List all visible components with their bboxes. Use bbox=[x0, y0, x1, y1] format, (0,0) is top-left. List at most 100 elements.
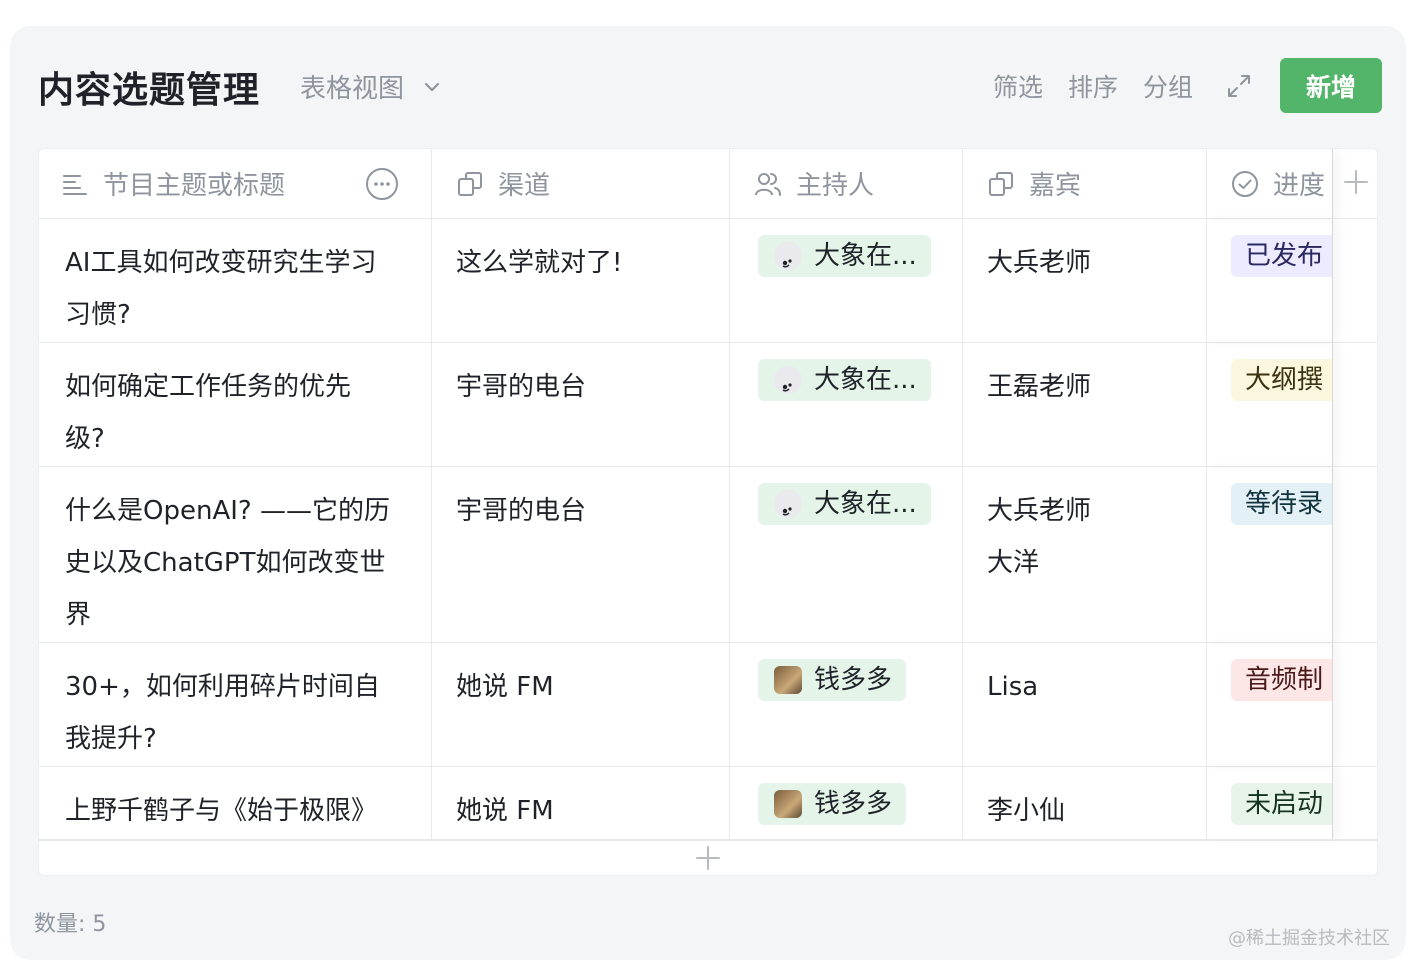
column-header-label: 渠道 bbox=[498, 171, 551, 201]
status-badge: 等待录 bbox=[1231, 483, 1332, 525]
cell-title-line: 级? bbox=[65, 424, 105, 454]
cell-title-line: 如何确定工作任务的优先 bbox=[65, 372, 352, 402]
photo-avatar bbox=[774, 666, 802, 694]
cell-status[interactable]: 已发布 bbox=[1207, 219, 1333, 342]
cell-host[interactable]: 大象在... bbox=[730, 343, 963, 466]
cell-status[interactable]: 等待录 bbox=[1207, 467, 1333, 642]
table-header-row: 节目主题或标题 渠道 主持人 嘉宾 进度 bbox=[39, 149, 1377, 219]
column-header-title[interactable]: 节目主题或标题 bbox=[39, 149, 432, 218]
sort-button[interactable]: 排序 bbox=[1068, 68, 1118, 104]
status-badge: 未启动 bbox=[1231, 783, 1332, 825]
add-record-button[interactable]: 新增 bbox=[1280, 58, 1382, 113]
host-name: 钱多多 bbox=[814, 789, 893, 819]
cell-guest[interactable]: 大兵老师 bbox=[963, 219, 1207, 342]
filter-button[interactable]: 筛选 bbox=[993, 68, 1043, 104]
cell-status[interactable]: 大纲撰 bbox=[1207, 343, 1333, 466]
group-button[interactable]: 分组 bbox=[1143, 68, 1193, 104]
cell-channel[interactable]: 宇哥的电台 bbox=[432, 343, 730, 466]
cell-host[interactable]: 大象在... bbox=[730, 219, 963, 342]
column-header-host[interactable]: 主持人 bbox=[730, 149, 963, 218]
photo-avatar bbox=[774, 790, 802, 818]
cell-guest[interactable]: 大兵老师 大洋 bbox=[963, 467, 1207, 642]
more-icon[interactable] bbox=[365, 167, 399, 201]
guest-name: 王磊老师 bbox=[987, 372, 1092, 402]
elephant-avatar bbox=[774, 242, 802, 270]
host-name: 大象在... bbox=[814, 241, 917, 271]
host-chip[interactable]: 大象在... bbox=[758, 359, 931, 401]
cell-host[interactable]: 钱多多 bbox=[730, 643, 963, 766]
cell-channel[interactable]: 宇哥的电台 bbox=[432, 467, 730, 642]
cell-guest[interactable]: 李小仙 bbox=[963, 767, 1207, 840]
cell-title-line: 界 bbox=[65, 600, 92, 630]
status-badge: 音频制 bbox=[1231, 659, 1332, 701]
column-header-label: 进度 bbox=[1273, 171, 1326, 201]
view-label: 表格视图 bbox=[300, 74, 405, 104]
toolbar: 筛选 排序 分组 新增 bbox=[993, 58, 1382, 113]
cell-status[interactable]: 音频制 bbox=[1207, 643, 1333, 766]
channel-text: 她说 FM bbox=[456, 796, 554, 826]
record-count: 数量: 5 bbox=[34, 912, 107, 937]
table-row[interactable]: 上野千鹤子与《始于极限》 她说 FM 钱多多 李小仙 未启动 bbox=[39, 767, 1377, 841]
elephant-avatar bbox=[774, 490, 802, 518]
cell-title[interactable]: 什么是OpenAI? ——它的历 史以及ChatGPT如何改变世界 bbox=[39, 467, 432, 642]
elephant-avatar bbox=[774, 366, 802, 394]
cell-title-line: AI工具如何改变研究生学习 bbox=[65, 248, 377, 278]
guest-name: 大兵老师 bbox=[987, 496, 1092, 526]
table-row[interactable]: 30+，如何利用碎片时间自 我提升? 她说 FM 钱多多 Lisa 音频制 bbox=[39, 643, 1377, 767]
cell-status[interactable]: 未启动 bbox=[1207, 767, 1333, 840]
table-row[interactable]: 如何确定工作任务的优先 级? 宇哥的电台 大象在... 王磊老师 大纲撰 bbox=[39, 343, 1377, 467]
cell-channel[interactable]: 这么学就对了! bbox=[432, 219, 730, 342]
host-chip[interactable]: 钱多多 bbox=[758, 659, 907, 701]
cell-title-line: 上野千鹤子与《始于极限》 bbox=[65, 796, 378, 826]
table-card: 内容选题管理 表格视图 筛选 排序 分组 新增 节目主题或标题 渠道 主持人 嘉… bbox=[10, 26, 1406, 960]
expand-icon[interactable] bbox=[1224, 71, 1254, 101]
cell-host[interactable]: 大象在... bbox=[730, 467, 963, 642]
guest-name: 大洋 bbox=[987, 548, 1040, 578]
host-chip[interactable]: 大象在... bbox=[758, 235, 931, 277]
cell-guest[interactable]: Lisa bbox=[963, 643, 1207, 766]
cell-title-line: 我提升? bbox=[65, 724, 157, 754]
cell-channel[interactable]: 她说 FM bbox=[432, 643, 730, 766]
linked-record-icon bbox=[458, 171, 482, 196]
cell-title-line: 习惯? bbox=[65, 300, 131, 330]
cell-guest[interactable]: 王磊老师 bbox=[963, 343, 1207, 466]
cell-title[interactable]: AI工具如何改变研究生学习 习惯? bbox=[39, 219, 432, 342]
status-badge: 大纲撰 bbox=[1231, 359, 1332, 401]
host-chip[interactable]: 钱多多 bbox=[758, 783, 907, 825]
trailing-cell bbox=[1333, 467, 1377, 642]
view-switcher[interactable]: 表格视图 bbox=[300, 68, 442, 105]
status-badge: 已发布 bbox=[1231, 235, 1332, 277]
channel-text: 宇哥的电台 bbox=[456, 372, 587, 402]
add-column-icon[interactable] bbox=[1343, 169, 1369, 195]
cell-title[interactable]: 如何确定工作任务的优先 级? bbox=[39, 343, 432, 466]
cell-title-line: 30+，如何利用碎片时间自 bbox=[65, 672, 380, 702]
column-header-status[interactable]: 进度 bbox=[1207, 149, 1333, 218]
cell-title-line: 什么是OpenAI? ——它的历 bbox=[65, 496, 390, 526]
column-header-label: 主持人 bbox=[796, 171, 875, 201]
watermark: @稀土掘金技术社区 bbox=[1228, 928, 1390, 949]
cell-title[interactable]: 30+，如何利用碎片时间自 我提升? bbox=[39, 643, 432, 766]
linked-record-icon bbox=[989, 171, 1013, 196]
trailing-cell bbox=[1333, 767, 1377, 840]
cell-host[interactable]: 钱多多 bbox=[730, 767, 963, 840]
host-chip[interactable]: 大象在... bbox=[758, 483, 931, 525]
chevron-down-icon bbox=[424, 82, 440, 91]
host-name: 大象在... bbox=[814, 489, 917, 519]
column-header-label: 嘉宾 bbox=[1029, 171, 1082, 201]
trailing-cell bbox=[1333, 219, 1377, 342]
data-table: 节目主题或标题 渠道 主持人 嘉宾 进度 AI工具如何改变研究生学习 习惯? 这… bbox=[38, 148, 1378, 876]
add-row-button[interactable] bbox=[39, 839, 1377, 875]
table-row[interactable]: AI工具如何改变研究生学习 习惯? 这么学就对了! 大象在... 大兵老师 已发布 bbox=[39, 219, 1377, 343]
column-header-guest[interactable]: 嘉宾 bbox=[963, 149, 1207, 218]
channel-text: 宇哥的电台 bbox=[456, 496, 587, 526]
column-header-label: 节目主题或标题 bbox=[103, 171, 286, 201]
guest-name: 李小仙 bbox=[987, 796, 1066, 826]
trailing-cell bbox=[1333, 343, 1377, 466]
table-row[interactable]: 什么是OpenAI? ——它的历 史以及ChatGPT如何改变世界宇哥的电台 大象在… bbox=[39, 467, 1377, 643]
add-column-cell bbox=[1333, 149, 1377, 218]
text-lines-icon bbox=[63, 174, 87, 195]
column-header-channel[interactable]: 渠道 bbox=[432, 149, 730, 218]
cell-title[interactable]: 上野千鹤子与《始于极限》 bbox=[39, 767, 432, 840]
channel-text: 她说 FM bbox=[456, 672, 554, 702]
cell-channel[interactable]: 她说 FM bbox=[432, 767, 730, 840]
